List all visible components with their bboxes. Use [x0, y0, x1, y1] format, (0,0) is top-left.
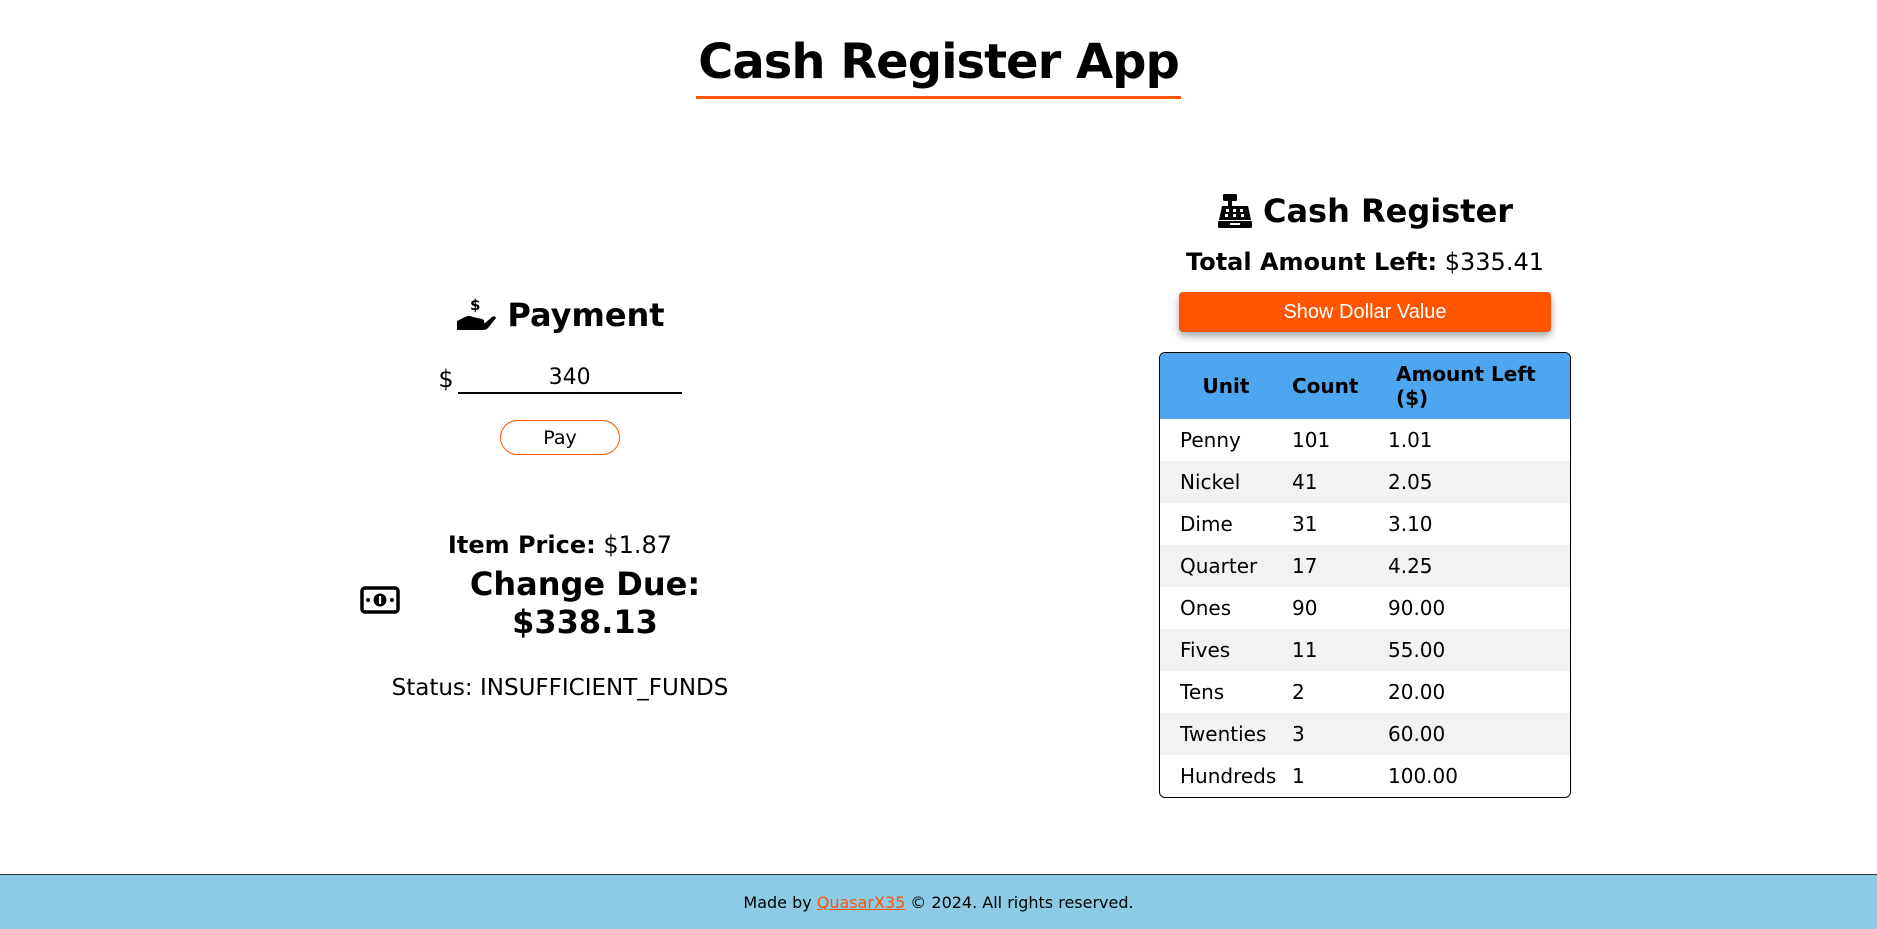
app-title: Cash Register App: [696, 34, 1181, 99]
count-cell: 17: [1292, 545, 1388, 587]
unit-cell: Quarter: [1160, 545, 1292, 587]
column-header-unit: Unit: [1160, 353, 1292, 419]
amount-cell: 4.25: [1388, 545, 1570, 587]
count-cell: 101: [1292, 428, 1331, 452]
table-row: Ones 90 90.00: [1160, 587, 1570, 629]
count-cell: 11: [1292, 629, 1388, 671]
item-price: Item Price: $1.87: [360, 531, 760, 559]
table-header-row: Unit Count Amount Left ($): [1160, 353, 1570, 419]
currency-symbol: $: [438, 365, 454, 393]
cash-input[interactable]: [457, 362, 682, 394]
change-due: Change Due: $338.13: [360, 565, 760, 641]
table-row: Dime 31 3.10: [1160, 503, 1570, 545]
amount-cell: 55.00: [1388, 629, 1570, 671]
payment-panel: $ Payment $ Pay Item Price: $1.87 Change…: [360, 296, 760, 701]
column-header-amount-left: Amount Left ($): [1388, 353, 1570, 419]
payment-heading-label: Payment: [507, 296, 665, 334]
payment-heading: $ Payment: [360, 296, 760, 334]
register-heading-label: Cash Register: [1262, 192, 1514, 230]
table-row: Twenties 3 60.00: [1160, 713, 1570, 755]
unit-cell: Hundreds: [1180, 764, 1277, 788]
unit-cell: Fives: [1160, 629, 1292, 671]
unit-cell: Tens: [1180, 680, 1225, 704]
count-cell: 3: [1292, 713, 1388, 755]
app-header: Cash Register App: [0, 34, 1877, 99]
register-heading: Cash Register: [1159, 192, 1571, 230]
amount-cell: 60.00: [1388, 713, 1570, 755]
unit-cell: Twenties: [1160, 713, 1292, 755]
table-row: Hundreds 1 100.00: [1160, 755, 1570, 797]
payment-input-row: $: [360, 362, 760, 394]
svg-text:$: $: [470, 297, 480, 314]
count-cell: 31: [1292, 512, 1318, 536]
cash-drawer-table: Unit Count Amount Left ($) Penny 101 1.0…: [1159, 352, 1571, 798]
amount-cell: 100.00: [1388, 764, 1458, 788]
page-footer: Made by QuasarX35 © 2024. All rights res…: [0, 874, 1877, 929]
table-row: Tens 2 20.00: [1160, 671, 1570, 713]
amount-cell: 3.10: [1388, 512, 1433, 536]
amount-cell: 1.01: [1388, 428, 1433, 452]
amount-cell: 20.00: [1388, 680, 1446, 704]
show-dollar-value-button[interactable]: Show Dollar Value: [1179, 292, 1551, 332]
count-cell: 90: [1292, 596, 1318, 620]
table-row: Nickel 41 2.05: [1160, 461, 1570, 503]
count-cell: 2: [1292, 680, 1305, 704]
hand-holding-dollar-icon: $: [455, 297, 497, 333]
column-header-count: Count: [1292, 353, 1388, 419]
item-price-label: Item Price:: [447, 531, 596, 559]
pay-button[interactable]: Pay: [500, 420, 620, 455]
unit-cell: Penny: [1180, 428, 1241, 452]
unit-cell: Ones: [1180, 596, 1232, 620]
amount-cell: 90.00: [1388, 596, 1446, 620]
money-bill-icon: [360, 584, 400, 622]
unit-cell: Dime: [1180, 512, 1233, 536]
table-row: Quarter 17 4.25: [1160, 545, 1570, 587]
total-left-value: $335.41: [1444, 248, 1544, 276]
total-amount-left: Total Amount Left: $335.41: [1159, 248, 1571, 276]
amount-cell: 2.05: [1388, 461, 1570, 503]
total-left-label: Total Amount Left:: [1186, 248, 1438, 276]
count-cell: 41: [1292, 461, 1388, 503]
item-price-value: $1.87: [603, 531, 673, 559]
table-row: Fives 11 55.00: [1160, 629, 1570, 671]
footer-copyright: © 2024. All rights reserved.: [910, 892, 1134, 912]
author-link[interactable]: QuasarX35: [817, 893, 906, 912]
count-cell: 1: [1292, 764, 1305, 788]
footer-prefix: Made by: [743, 892, 812, 912]
table-row: Penny 101 1.01: [1160, 419, 1570, 461]
change-due-text: Change Due: $338.13: [469, 565, 701, 641]
register-panel: Cash Register Total Amount Left: $335.41…: [1159, 192, 1571, 798]
unit-cell: Nickel: [1160, 461, 1292, 503]
cash-register-icon: [1217, 193, 1253, 229]
status-text: Status: INSUFFICIENT_FUNDS: [391, 675, 729, 701]
